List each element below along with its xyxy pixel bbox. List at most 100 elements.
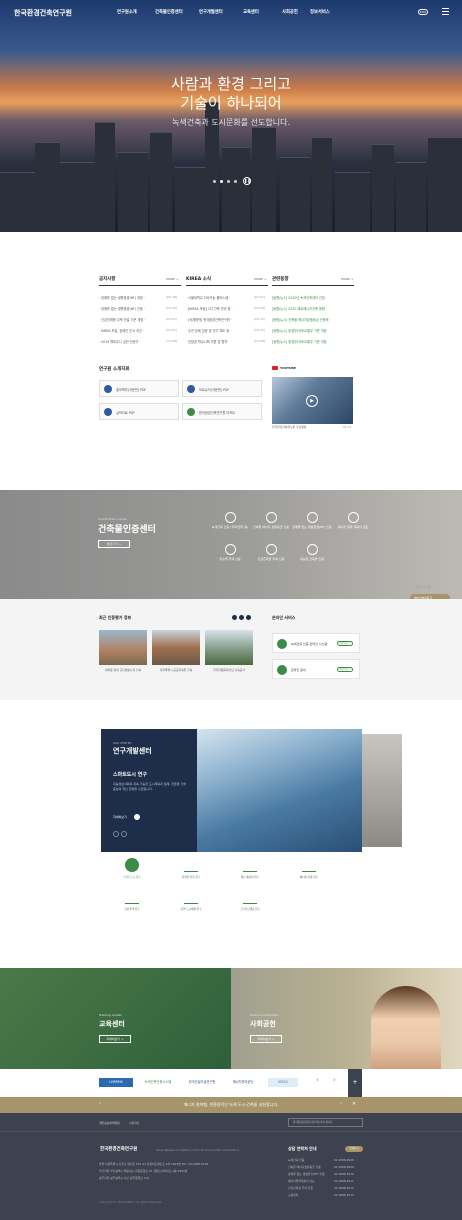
play-icon[interactable]: ▶ (306, 395, 318, 407)
cert-item[interactable]: 장수명 주택 인증 (210, 544, 250, 561)
site-logo[interactable]: 한국환경건축연구원 (14, 8, 72, 18)
brochure-card[interactable]: 브로슈어(국문판) PDF (182, 380, 262, 397)
news-item[interactable]: [동향/뉴스] 환경부/국토교통부 기준 개정 · (272, 339, 354, 344)
slide-dot[interactable] (213, 180, 216, 183)
partner-logo[interactable]: LHRRMS (99, 1078, 133, 1087)
brochure-card[interactable]: 한국환경건축연구원 리포트 (182, 403, 262, 420)
notice-more-link[interactable]: MORE + (166, 277, 178, 281)
tel-all-button[interactable]: 전체보기 (345, 1146, 363, 1152)
news-item[interactable]: [동향/뉴스] 2020년 녹색건축센터 선정 · (272, 295, 354, 300)
research-field[interactable]: 그린리모델링 연구 (230, 890, 270, 911)
news-date: [03-28] (254, 306, 266, 310)
slide-dot[interactable] (234, 180, 237, 183)
news-item[interactable]: · 친환경 학교시책 지원 및 협약 · (186, 339, 250, 344)
online-service-card[interactable]: 온라인 문의 바로가기 > (272, 659, 360, 679)
family-site-select[interactable]: 한국환경건축연구원 바로가기 사이트 (288, 1118, 363, 1127)
news-item[interactable]: · [KIREA 포럼] 1차 건축 관리 등 · (186, 306, 250, 311)
news-item[interactable]: · 2019 웰비우니 실천 전문가 · (99, 339, 163, 344)
nav-rnd-center[interactable]: 연구개발센터 (199, 9, 223, 15)
cert-item[interactable]: 건축물 에너지 효율등급 인증 (251, 512, 291, 529)
news-item[interactable]: · 서울대학교 지속가능 플러스캠 · (186, 295, 250, 300)
news-item[interactable]: · [국제협력] 한국환경건축연구원 · (186, 317, 250, 322)
partner-logo[interactable]: 에너지관리공단 (226, 1078, 260, 1087)
intro-materials-title: 연구원 소개자료 (99, 367, 130, 372)
nav-about[interactable]: 연구원소개 (117, 9, 137, 15)
nav-social[interactable]: 사회공헌 (282, 9, 298, 15)
trend-more-link[interactable]: MORE + (341, 277, 353, 281)
research-field[interactable]: 제로 에너지 연구 (230, 858, 270, 879)
news-item[interactable]: · 건강친화형 주택 건설 기준 개정 · (99, 317, 163, 322)
cert-item[interactable]: 녹색건축 인증 (주택/업무 등) (210, 512, 250, 529)
news-item[interactable]: [동향/뉴스] 건축물 에너지효율등급 인증제 · (272, 317, 354, 322)
next-icon[interactable] (246, 615, 251, 620)
partner-logo[interactable]: KIREA (268, 1078, 298, 1087)
language-button[interactable]: ENG (418, 9, 428, 15)
social-more-button[interactable]: 자세히보기 > (250, 1035, 282, 1043)
brochure-card[interactable]: 실적자료 PDF (99, 403, 179, 420)
latest-thumb[interactable] (152, 630, 200, 665)
research-field[interactable]: 스마트도시 연구 (112, 858, 152, 879)
news-date: [03-07] (166, 317, 178, 321)
online-service-card[interactable]: 녹색건축 인증 온라인 시스템 바로가기 > (272, 633, 360, 653)
latest-thumb[interactable] (205, 630, 253, 665)
slide-dot[interactable] (227, 180, 230, 183)
arrow-icon[interactable] (134, 814, 140, 820)
cert-item[interactable]: 지능형 건축물 인증 (292, 544, 332, 561)
close-icon[interactable]: ✕ (352, 1101, 356, 1107)
brochure-card[interactable]: 홍보책자(국문판) PDF (99, 380, 179, 397)
quick-nav-item[interactable]: 인증 주요 업무 (410, 583, 450, 591)
divider (186, 285, 268, 286)
nav-cert-center[interactable]: 건축물인증센터 (155, 9, 183, 15)
cert-item[interactable]: 건강친화형 주택 인증 (251, 544, 291, 561)
pause-icon[interactable] (239, 615, 244, 620)
research-field[interactable]: 에너지 효율 연구 (289, 858, 329, 879)
next-icon[interactable]: › (333, 1076, 336, 1084)
cert-item[interactable]: 장애물 없는 생활환경(BF) 인증 (292, 512, 332, 529)
tel-name: 건축물 에너지효율등급 인증 (288, 1165, 321, 1169)
hamburger-menu-icon[interactable] (442, 8, 449, 15)
svc-go-button[interactable]: 바로가기 > (337, 641, 353, 646)
next-icon[interactable] (121, 831, 127, 837)
news-more-link[interactable]: MORE + (254, 277, 266, 281)
nav-education[interactable]: 교육센터 (243, 9, 259, 15)
privacy-link[interactable]: 개인정보처리방침 (99, 1121, 120, 1125)
prev-icon[interactable]: ‹ (316, 1076, 319, 1084)
video-thumbnail[interactable]: ▶ (272, 377, 353, 424)
prev-icon[interactable] (232, 615, 237, 620)
slide-pause-icon[interactable]: ❚❚ (243, 177, 251, 185)
research-more-link[interactable]: 자세히보기 (113, 815, 127, 819)
social-subtitle: Social Contribution (250, 1013, 279, 1017)
tel-name: 에너지절약계획서 검토 (288, 1179, 315, 1183)
slide-dot-active[interactable] (220, 180, 223, 183)
tel-name: 건강친화형 주택 인증 (288, 1186, 313, 1190)
plus-icon[interactable]: + (348, 1069, 362, 1097)
news-item[interactable]: [동향/뉴스] 2020 제로에너지건축 동향 · (272, 306, 354, 311)
research-field[interactable]: 건강주택 연구 (112, 890, 152, 911)
cert-icon (347, 512, 359, 523)
prev-icon[interactable]: ‹ (99, 1101, 101, 1107)
partner-logo[interactable]: 녹색건축인증시스템 (141, 1078, 175, 1087)
research-field[interactable]: 지역 도시재생 연구 (171, 890, 211, 911)
news-item[interactable]: · 주관 공제 입문 및 전기 제도 등 · (186, 328, 250, 333)
latest-thumb[interactable] (99, 630, 147, 665)
nav-info-service[interactable]: 정보서비스 (310, 9, 330, 15)
cert-go-button[interactable]: 바로가기 > (98, 540, 130, 548)
news-date: [03-30] (166, 306, 178, 310)
partner-logo[interactable]: 한국건설기술연구원 (183, 1078, 221, 1087)
tel-number: 02-2088-8109 (334, 1165, 354, 1169)
news-item[interactable]: · 장애를 없는 생활환경(BF) 인증 · (99, 306, 163, 311)
next-icon[interactable]: › (340, 1101, 342, 1107)
research-field[interactable]: 친환경 건축 연구 (171, 858, 211, 879)
hero-line-1: 사람과 환경 그리고 (171, 75, 291, 93)
cert-item-label: 녹색건축 인증 (주택/업무 등) (211, 525, 249, 529)
research-image (197, 729, 362, 852)
prev-icon[interactable] (113, 831, 119, 837)
edu-more-button[interactable]: 자세히보기 > (99, 1035, 131, 1043)
news-item[interactable]: · KIREA 모집, 장애인 인식 개선 · (99, 328, 163, 333)
news-item[interactable]: [동향/뉴스] 환경부/국토교통부 기준 개정 · (272, 328, 354, 333)
slogan-banner: 에너지 절약형, 친환경적인 녹색 도시·건축을 실현합니다. (0, 1097, 462, 1113)
terms-link[interactable]: 이용약관 (129, 1121, 139, 1125)
news-item[interactable]: · 장애를 없는 생활환경(BF) 개정 · (99, 295, 163, 300)
svc-go-button[interactable]: 바로가기 > (337, 667, 353, 672)
cert-item[interactable]: 에너지 절약 계획서 검토 (333, 512, 373, 529)
